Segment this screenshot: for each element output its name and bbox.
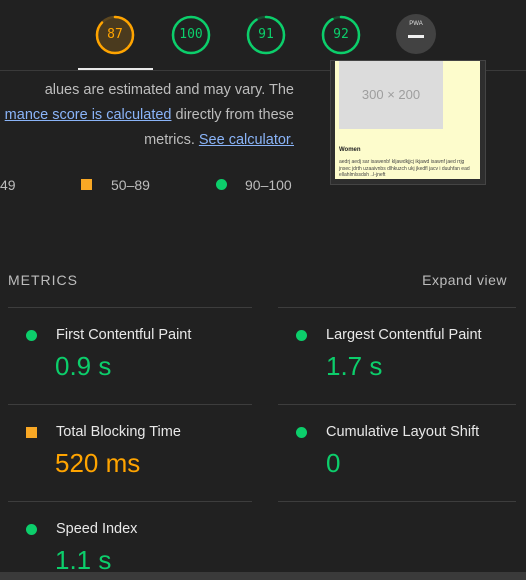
estimate-note-line: alues are estimated and may vary. The: [44, 82, 294, 98]
screenshot-body-text: aedrj aedj sar isawenb! kljawdkjjcj ikja…: [339, 159, 470, 178]
divider: [8, 307, 252, 308]
divider: [8, 404, 252, 405]
best-practices-score: 91: [258, 27, 274, 42]
active-gauge-indicator: [78, 68, 153, 70]
legend-fail-range: 49: [0, 177, 16, 193]
best-practices-gauge[interactable]: 91: [245, 14, 287, 56]
calculator-prefix: metrics.: [144, 132, 199, 148]
divider: [278, 501, 516, 502]
accessibility-score: 100: [179, 27, 203, 42]
metric-lcp-value: 1.7 s: [326, 351, 383, 381]
divider: [8, 501, 252, 502]
pass-status-icon: [296, 330, 307, 341]
metric-tbt-value: 520 ms: [55, 448, 141, 478]
divider: [278, 404, 516, 405]
horizontal-scrollbar[interactable]: [0, 572, 526, 580]
circle-pass-icon: [216, 179, 227, 190]
pwa-badge-text: PWA: [409, 21, 423, 27]
image-placeholder: 300 × 200: [339, 61, 443, 129]
metric-fcp-value: 0.9 s: [55, 351, 112, 381]
seo-score: 92: [333, 27, 349, 42]
pwa-badge[interactable]: PWA: [396, 14, 436, 54]
see-calculator-link[interactable]: See calculator.: [199, 132, 294, 148]
pass-status-icon: [296, 427, 307, 438]
seo-gauge[interactable]: 92: [320, 14, 362, 56]
average-status-icon: [26, 427, 37, 438]
divider: [278, 307, 516, 308]
metric-lcp-label: Largest Contentful Paint: [326, 327, 482, 343]
metric-cls-label: Cumulative Layout Shift: [326, 424, 480, 440]
score-calculation-text: directly from these: [171, 107, 294, 123]
calculator-line: metrics. See calculator.: [0, 132, 294, 148]
metric-tbt-label: Total Blocking Time: [56, 424, 181, 440]
metric-si-label: Speed Index: [56, 521, 138, 537]
score-calculation-line: mance score is calculated directly from …: [0, 107, 294, 123]
score-calculation-link[interactable]: mance score is calculated: [5, 107, 172, 123]
page-screenshot-thumbnail[interactable]: 300 × 200 Women aedrj aedj sar isawenb! …: [330, 60, 486, 185]
accessibility-gauge[interactable]: 100: [170, 14, 212, 56]
legend-pass-range: 90–100: [245, 177, 292, 193]
dash-icon: [408, 35, 424, 38]
pass-status-icon: [26, 330, 37, 341]
screenshot-content: 300 × 200 Women aedrj aedj sar isawenb! …: [335, 61, 480, 179]
metrics-heading: METRICS: [8, 272, 78, 288]
screenshot-heading: Women: [339, 147, 361, 153]
expand-view-toggle[interactable]: Expand view: [422, 272, 507, 288]
performance-gauge[interactable]: 87: [94, 14, 136, 56]
pass-status-icon: [26, 524, 37, 535]
legend-average-range: 50–89: [111, 177, 150, 193]
performance-score: 87: [107, 27, 123, 42]
metric-fcp-label: First Contentful Paint: [56, 327, 192, 343]
square-average-icon: [81, 179, 92, 190]
metric-cls-value: 0: [326, 448, 341, 478]
